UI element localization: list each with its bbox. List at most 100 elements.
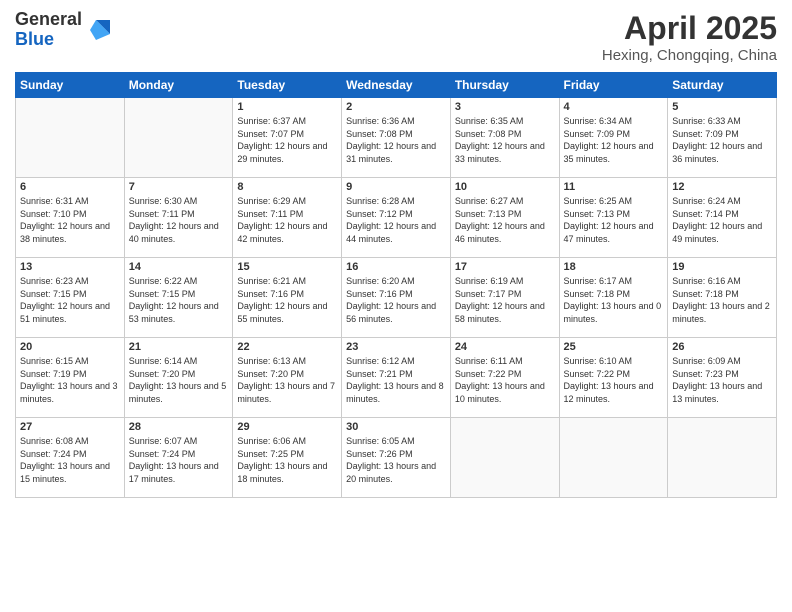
day-number: 24 bbox=[455, 341, 555, 353]
day-number: 25 bbox=[564, 341, 664, 353]
day-info: Sunrise: 6:35 AM Sunset: 7:08 PM Dayligh… bbox=[455, 115, 555, 165]
col-thursday: Thursday bbox=[450, 73, 559, 98]
day-info: Sunrise: 6:25 AM Sunset: 7:13 PM Dayligh… bbox=[564, 195, 664, 245]
day-number: 18 bbox=[564, 261, 664, 273]
day-info: Sunrise: 6:07 AM Sunset: 7:24 PM Dayligh… bbox=[129, 435, 229, 485]
day-info: Sunrise: 6:14 AM Sunset: 7:20 PM Dayligh… bbox=[129, 355, 229, 405]
day-info: Sunrise: 6:16 AM Sunset: 7:18 PM Dayligh… bbox=[672, 275, 772, 325]
day-number: 19 bbox=[672, 261, 772, 273]
day-number: 26 bbox=[672, 341, 772, 353]
day-info: Sunrise: 6:23 AM Sunset: 7:15 PM Dayligh… bbox=[20, 275, 120, 325]
calendar-day: 5Sunrise: 6:33 AM Sunset: 7:09 PM Daylig… bbox=[668, 98, 777, 178]
day-number: 14 bbox=[129, 261, 229, 273]
col-sunday: Sunday bbox=[16, 73, 125, 98]
calendar-header-row: Sunday Monday Tuesday Wednesday Thursday… bbox=[16, 73, 777, 98]
day-info: Sunrise: 6:13 AM Sunset: 7:20 PM Dayligh… bbox=[237, 355, 337, 405]
calendar-day bbox=[559, 418, 668, 498]
day-info: Sunrise: 6:05 AM Sunset: 7:26 PM Dayligh… bbox=[346, 435, 446, 485]
day-number: 7 bbox=[129, 181, 229, 193]
calendar-day: 25Sunrise: 6:10 AM Sunset: 7:22 PM Dayli… bbox=[559, 338, 668, 418]
day-number: 20 bbox=[20, 341, 120, 353]
page: General Blue April 2025 Hexing, Chongqin… bbox=[0, 0, 792, 612]
day-info: Sunrise: 6:08 AM Sunset: 7:24 PM Dayligh… bbox=[20, 435, 120, 485]
calendar-day: 3 Sunrise: 6:35 AM Sunset: 7:08 PM Daylig… bbox=[450, 98, 559, 178]
day-info: Sunrise: 6:24 AM Sunset: 7:14 PM Dayligh… bbox=[672, 195, 772, 245]
calendar-table: Sunday Monday Tuesday Wednesday Thursday… bbox=[15, 72, 777, 498]
day-number: 2 bbox=[346, 101, 446, 113]
day-number: 22 bbox=[237, 341, 337, 353]
day-number: 8 bbox=[237, 181, 337, 193]
logo-blue: Blue bbox=[15, 30, 82, 50]
day-info: Sunrise: 6:15 AM Sunset: 7:19 PM Dayligh… bbox=[20, 355, 120, 405]
calendar-day: 16Sunrise: 6:20 AM Sunset: 7:16 PM Dayli… bbox=[342, 258, 451, 338]
day-number: 21 bbox=[129, 341, 229, 353]
col-wednesday: Wednesday bbox=[342, 73, 451, 98]
col-saturday: Saturday bbox=[668, 73, 777, 98]
location: Hexing, Chongqing, China bbox=[602, 47, 777, 64]
calendar-week-1: 1 Sunrise: 6:37 AM Sunset: 7:07 PM Daylig… bbox=[16, 98, 777, 178]
calendar-day: 7 Sunrise: 6:30 AM Sunset: 7:11 PM Daylig… bbox=[124, 178, 233, 258]
day-info: Sunrise: 6:31 AM Sunset: 7:10 PM Dayligh… bbox=[20, 195, 120, 245]
day-number: 28 bbox=[129, 421, 229, 433]
calendar-day: 8Sunrise: 6:29 AM Sunset: 7:11 PM Daylig… bbox=[233, 178, 342, 258]
day-info: Sunrise: 6:22 AM Sunset: 7:15 PM Dayligh… bbox=[129, 275, 229, 325]
calendar-day: 17 Sunrise: 6:19 AM Sunset: 7:17 PM Dayli… bbox=[450, 258, 559, 338]
day-info: Sunrise: 6:12 AM Sunset: 7:21 PM Dayligh… bbox=[346, 355, 446, 405]
calendar-day: 13 Sunrise: 6:23 AM Sunset: 7:15 PM Dayli… bbox=[16, 258, 125, 338]
day-info: Sunrise: 6:28 AM Sunset: 7:12 PM Dayligh… bbox=[346, 195, 446, 245]
day-info: Sunrise: 6:21 AM Sunset: 7:16 PM Dayligh… bbox=[237, 275, 337, 325]
calendar-day: 24 Sunrise: 6:11 AM Sunset: 7:22 PM Dayli… bbox=[450, 338, 559, 418]
calendar-day: 22 Sunrise: 6:13 AM Sunset: 7:20 PM Dayli… bbox=[233, 338, 342, 418]
day-info: Sunrise: 6:30 AM Sunset: 7:11 PM Dayligh… bbox=[129, 195, 229, 245]
month-title: April 2025 bbox=[602, 10, 777, 47]
day-number: 5 bbox=[672, 101, 772, 113]
day-number: 30 bbox=[346, 421, 446, 433]
day-number: 10 bbox=[455, 181, 555, 193]
calendar-day: 14 Sunrise: 6:22 AM Sunset: 7:15 PM Dayli… bbox=[124, 258, 233, 338]
header: General Blue April 2025 Hexing, Chongqin… bbox=[15, 10, 777, 64]
day-number: 1 bbox=[237, 101, 337, 113]
calendar-day: 15Sunrise: 6:21 AM Sunset: 7:16 PM Dayli… bbox=[233, 258, 342, 338]
day-info: Sunrise: 6:27 AM Sunset: 7:13 PM Dayligh… bbox=[455, 195, 555, 245]
title-section: April 2025 Hexing, Chongqing, China bbox=[602, 10, 777, 64]
day-number: 13 bbox=[20, 261, 120, 273]
calendar-day: 28 Sunrise: 6:07 AM Sunset: 7:24 PM Dayli… bbox=[124, 418, 233, 498]
calendar-day: 27 Sunrise: 6:08 AM Sunset: 7:24 PM Dayli… bbox=[16, 418, 125, 498]
day-number: 16 bbox=[346, 261, 446, 273]
calendar-week-4: 20 Sunrise: 6:15 AM Sunset: 7:19 PM Dayli… bbox=[16, 338, 777, 418]
day-number: 9 bbox=[346, 181, 446, 193]
day-info: Sunrise: 6:06 AM Sunset: 7:25 PM Dayligh… bbox=[237, 435, 337, 485]
calendar-day: 10 Sunrise: 6:27 AM Sunset: 7:13 PM Dayli… bbox=[450, 178, 559, 258]
calendar-day: 21 Sunrise: 6:14 AM Sunset: 7:20 PM Dayli… bbox=[124, 338, 233, 418]
logo-general: General bbox=[15, 10, 82, 30]
calendar-day: 29 Sunrise: 6:06 AM Sunset: 7:25 PM Dayli… bbox=[233, 418, 342, 498]
calendar-day bbox=[668, 418, 777, 498]
calendar-day: 19 Sunrise: 6:16 AM Sunset: 7:18 PM Dayli… bbox=[668, 258, 777, 338]
col-tuesday: Tuesday bbox=[233, 73, 342, 98]
calendar-day: 6Sunrise: 6:31 AM Sunset: 7:10 PM Daylig… bbox=[16, 178, 125, 258]
calendar-day bbox=[124, 98, 233, 178]
day-number: 27 bbox=[20, 421, 120, 433]
day-info: Sunrise: 6:11 AM Sunset: 7:22 PM Dayligh… bbox=[455, 355, 555, 405]
logo: General Blue bbox=[15, 10, 114, 50]
day-number: 17 bbox=[455, 261, 555, 273]
calendar-day: 12Sunrise: 6:24 AM Sunset: 7:14 PM Dayli… bbox=[668, 178, 777, 258]
calendar-day: 11 Sunrise: 6:25 AM Sunset: 7:13 PM Dayli… bbox=[559, 178, 668, 258]
day-number: 3 bbox=[455, 101, 555, 113]
day-info: Sunrise: 6:34 AM Sunset: 7:09 PM Dayligh… bbox=[564, 115, 664, 165]
day-number: 29 bbox=[237, 421, 337, 433]
calendar-day: 2Sunrise: 6:36 AM Sunset: 7:08 PM Daylig… bbox=[342, 98, 451, 178]
calendar-day: 26 Sunrise: 6:09 AM Sunset: 7:23 PM Dayli… bbox=[668, 338, 777, 418]
day-number: 4 bbox=[564, 101, 664, 113]
day-info: Sunrise: 6:37 AM Sunset: 7:07 PM Dayligh… bbox=[237, 115, 337, 165]
calendar-day: 20 Sunrise: 6:15 AM Sunset: 7:19 PM Dayli… bbox=[16, 338, 125, 418]
day-info: Sunrise: 6:19 AM Sunset: 7:17 PM Dayligh… bbox=[455, 275, 555, 325]
day-number: 11 bbox=[564, 181, 664, 193]
calendar-day bbox=[16, 98, 125, 178]
calendar-day: 23 Sunrise: 6:12 AM Sunset: 7:21 PM Dayli… bbox=[342, 338, 451, 418]
logo-text: General Blue bbox=[15, 10, 82, 50]
day-number: 23 bbox=[346, 341, 446, 353]
day-info: Sunrise: 6:09 AM Sunset: 7:23 PM Dayligh… bbox=[672, 355, 772, 405]
calendar-week-3: 13 Sunrise: 6:23 AM Sunset: 7:15 PM Dayli… bbox=[16, 258, 777, 338]
logo-icon bbox=[86, 16, 114, 44]
